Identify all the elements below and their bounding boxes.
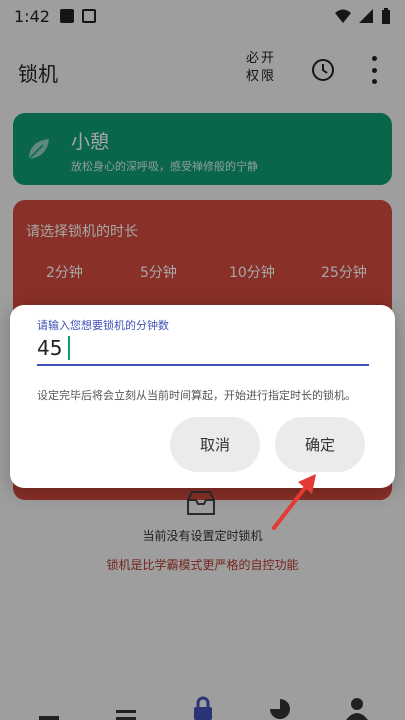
- annotation-arrow-icon: [272, 474, 316, 530]
- duration-input-dialog: 请输入您想要锁机的分钟数 设定完毕后将会立刻从当前时间算起，开始进行指定时长的锁…: [10, 305, 395, 488]
- confirm-button[interactable]: 确定: [275, 417, 365, 472]
- cancel-button[interactable]: 取消: [170, 417, 260, 472]
- text-cursor: [68, 336, 70, 360]
- minutes-input-label: 请输入您想要锁机的分钟数: [37, 319, 169, 332]
- minutes-input[interactable]: [37, 332, 369, 366]
- dialog-description: 设定完毕后将会立刻从当前时间算起，开始进行指定时长的锁机。: [37, 389, 356, 402]
